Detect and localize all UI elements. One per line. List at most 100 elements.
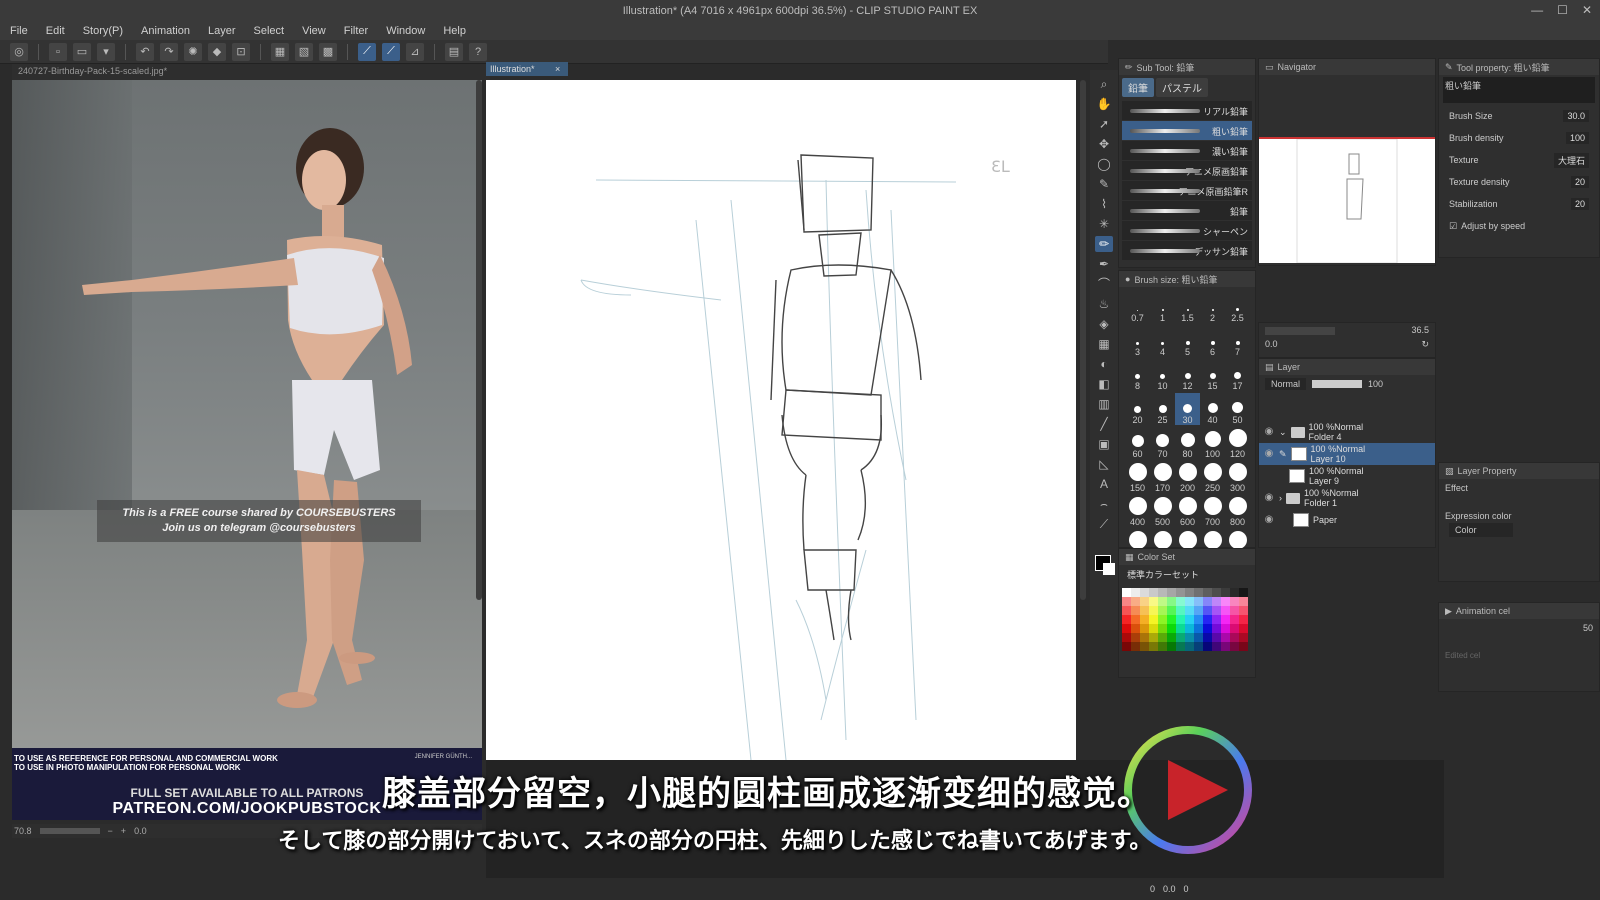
color-swatch[interactable] <box>1203 642 1212 651</box>
lasso-tool-icon[interactable]: ◯ <box>1095 156 1113 172</box>
expression-color-select[interactable]: Color <box>1449 523 1513 537</box>
layer-row-paper[interactable]: ◉ Paper <box>1259 509 1435 531</box>
opacity-slider[interactable] <box>1312 380 1363 388</box>
eraser-icon[interactable]: ◈ <box>1095 316 1113 332</box>
color-swatch[interactable] <box>1122 606 1131 615</box>
blend-mode-select[interactable]: Normal <box>1265 378 1307 390</box>
color-swatch[interactable] <box>1221 624 1230 633</box>
color-swatch[interactable] <box>1221 588 1230 597</box>
chevron-right-icon[interactable]: › <box>1279 493 1282 503</box>
reference-icon[interactable]: ▤ <box>445 42 463 61</box>
brush-size-option[interactable]: 250 <box>1200 461 1225 493</box>
brush-size-option[interactable]: 4 <box>1150 325 1175 357</box>
snap-ruler-icon[interactable]: ⟋ <box>358 42 376 61</box>
color-swatch[interactable] <box>1212 624 1221 633</box>
ruler-tool-icon[interactable]: ◺ <box>1095 456 1113 472</box>
pattern-tool-icon[interactable]: ▦ <box>1095 336 1113 352</box>
snap-grid-icon[interactable]: ⊿ <box>406 42 424 61</box>
texture-density-value[interactable]: 20 <box>1570 176 1589 188</box>
color-swatch[interactable] <box>1131 606 1140 615</box>
color-swatch[interactable] <box>1176 624 1185 633</box>
color-swatch[interactable] <box>1185 633 1194 642</box>
help-icon[interactable]: ? <box>469 42 487 61</box>
color-swatch[interactable] <box>1176 588 1185 597</box>
color-swatch[interactable] <box>1122 642 1131 651</box>
color-swatch[interactable] <box>1131 642 1140 651</box>
color-swatch[interactable] <box>1194 606 1203 615</box>
color-swatch[interactable] <box>1158 624 1167 633</box>
brush-size-option[interactable]: 50 <box>1225 393 1250 425</box>
layer-opacity[interactable]: 100 <box>1368 379 1383 389</box>
color-swatch[interactable] <box>1212 597 1221 606</box>
color-swatch[interactable] <box>1239 606 1248 615</box>
color-swatch[interactable] <box>1194 642 1203 651</box>
reference-zoom[interactable]: 70.8 <box>14 826 32 836</box>
color-swatch[interactable] <box>1140 633 1149 642</box>
minimize-icon[interactable]: — <box>1531 3 1543 17</box>
text-tool-icon[interactable]: A <box>1095 476 1113 492</box>
selection-pen-icon[interactable]: ✎ <box>1095 176 1113 192</box>
color-swatch[interactable] <box>1140 615 1149 624</box>
eye-icon[interactable]: ◉ <box>1263 493 1275 503</box>
color-swatch[interactable] <box>1122 597 1131 606</box>
layer-row-layer9[interactable]: 100 %Normal Layer 9 <box>1259 465 1435 487</box>
undo-icon[interactable]: ↶ <box>136 42 154 61</box>
color-swatch[interactable] <box>1158 633 1167 642</box>
operation-tool-icon[interactable]: ➚ <box>1095 116 1113 132</box>
brush-size-option[interactable]: 7 <box>1225 325 1250 357</box>
brush-item[interactable]: リアル鉛筆 <box>1122 101 1252 120</box>
redo-icon[interactable]: ↷ <box>160 42 178 61</box>
tab-pastel[interactable]: パステル <box>1156 78 1208 97</box>
brush-size-option[interactable]: 20 <box>1125 393 1150 425</box>
reference-scrollbar[interactable] <box>476 80 482 600</box>
brush-size-option[interactable]: 400 <box>1125 495 1150 527</box>
color-swatch[interactable] <box>1221 642 1230 651</box>
eyedropper-icon[interactable]: ⌇ <box>1095 196 1113 212</box>
brush-size-option[interactable]: 100 <box>1200 427 1225 459</box>
rotate-icon[interactable]: ↻ <box>1421 339 1429 350</box>
pencil-tool-icon[interactable]: ✏ <box>1095 236 1113 252</box>
save-icon[interactable]: ▾ <box>97 42 115 61</box>
layer-row-folder1[interactable]: ◉ › 100 %Normal Folder 1 <box>1259 487 1435 509</box>
color-swatch[interactable] <box>1131 633 1140 642</box>
color-swatch[interactable] <box>1140 642 1149 651</box>
color-swatch[interactable] <box>1158 615 1167 624</box>
color-swatch[interactable] <box>1203 615 1212 624</box>
eye-icon[interactable]: ◉ <box>1263 449 1275 459</box>
color-swatch[interactable] <box>1239 597 1248 606</box>
brush-size-option[interactable]: 0.7 <box>1125 291 1150 323</box>
color-swatch[interactable] <box>1203 588 1212 597</box>
transform-icon[interactable]: ⊡ <box>232 42 250 61</box>
brush-size-option[interactable]: 5 <box>1175 325 1200 357</box>
brush-size-option[interactable]: 300 <box>1225 461 1250 493</box>
color-swatch[interactable] <box>1230 606 1239 615</box>
brush-item[interactable]: 粗い鉛筆 <box>1122 121 1252 140</box>
color-swatch[interactable] <box>1203 633 1212 642</box>
pen-tool-icon[interactable]: ✒ <box>1095 256 1113 272</box>
color-swatch[interactable] <box>1230 642 1239 651</box>
color-swatch[interactable] <box>1230 624 1239 633</box>
brush-density-value[interactable]: 100 <box>1565 132 1589 144</box>
brush-item[interactable]: アニメ原画鉛筆 <box>1122 161 1252 180</box>
maximize-icon[interactable]: ☐ <box>1557 3 1568 17</box>
brush-size-option[interactable]: 3 <box>1125 325 1150 357</box>
checkbox-icon[interactable]: ☑ <box>1449 221 1457 232</box>
reference-tab[interactable]: 240727-Birthday-Pack-15-scaled.jpg* <box>12 64 490 80</box>
navigator-zoom-slider[interactable] <box>1265 327 1335 335</box>
color-swatch[interactable] <box>1185 606 1194 615</box>
color-swatch[interactable] <box>1158 642 1167 651</box>
brush-size-option[interactable]: 170 <box>1150 461 1175 493</box>
open-file-icon[interactable]: ▭ <box>73 42 91 61</box>
gradient-icon[interactable]: ▥ <box>1095 396 1113 412</box>
reference-angle[interactable]: 0.0 <box>134 826 147 836</box>
color-swatch[interactable] <box>1185 597 1194 606</box>
color-swatch[interactable] <box>1194 615 1203 624</box>
color-swatch[interactable] <box>1149 633 1158 642</box>
color-swatch[interactable] <box>1221 633 1230 642</box>
brush-size-option[interactable]: 15 <box>1200 359 1225 391</box>
brush-size-value[interactable]: 30.0 <box>1563 110 1589 122</box>
figure-tool-icon[interactable]: ╱ <box>1095 416 1113 432</box>
color-swatch[interactable] <box>1122 588 1131 597</box>
frame-tool-icon[interactable]: ▣ <box>1095 436 1113 452</box>
zoom-in-icon[interactable]: + <box>121 826 126 836</box>
